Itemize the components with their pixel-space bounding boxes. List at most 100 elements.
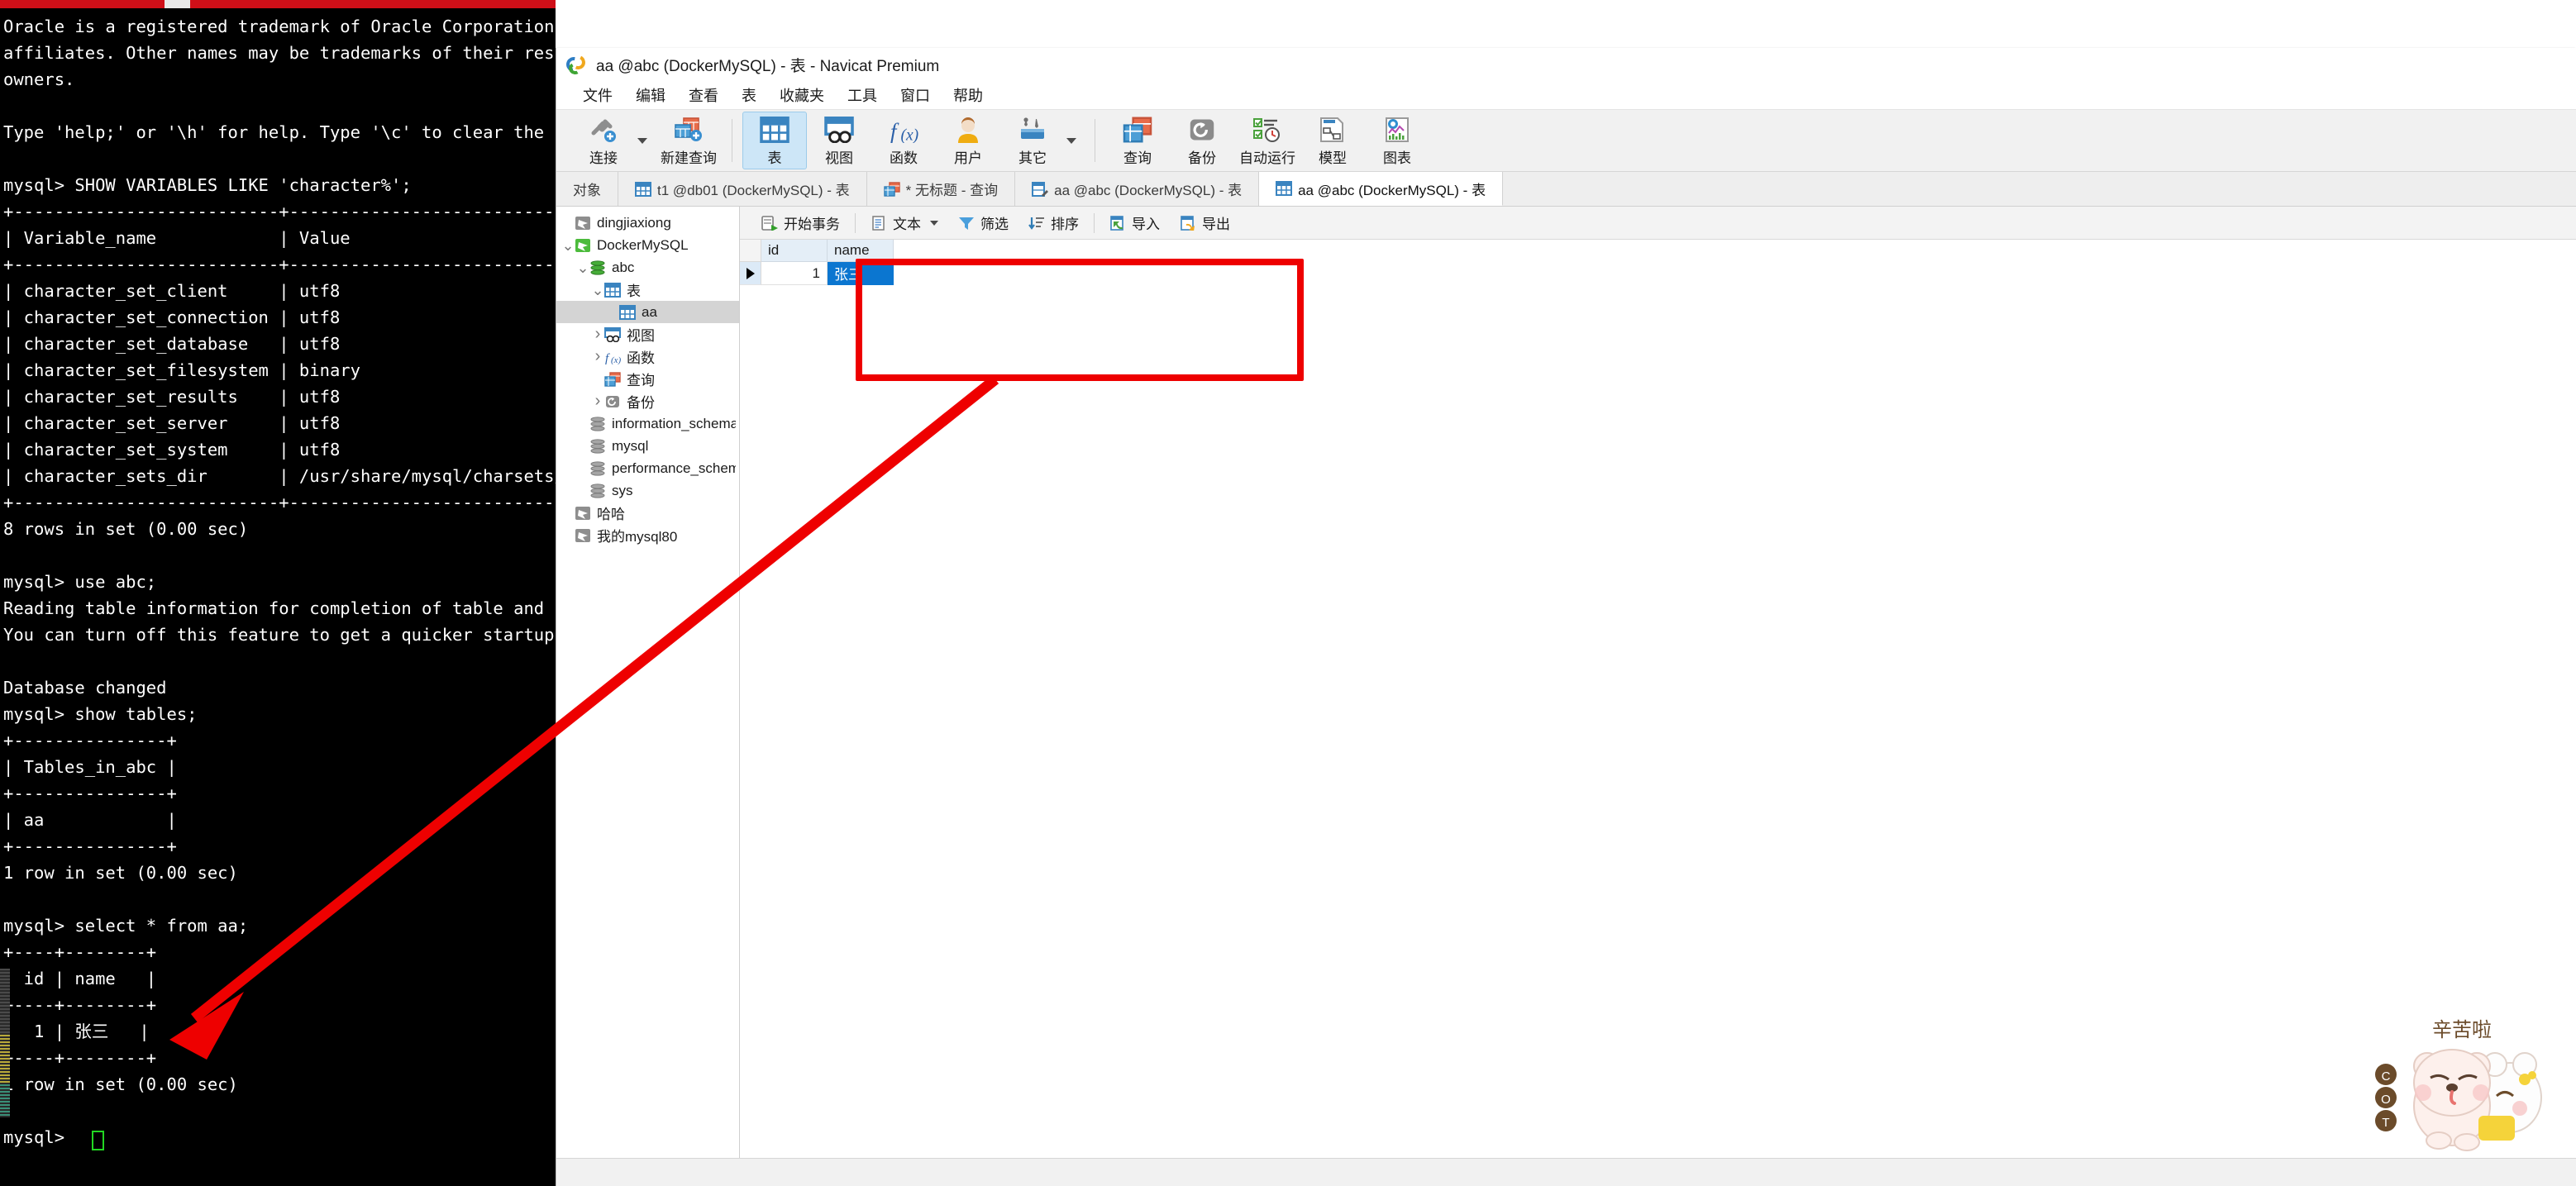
toolbar-button-label: 模型 <box>1319 150 1347 166</box>
toolbar-button-其它[interactable]: 其它 <box>1000 112 1065 169</box>
tree-item-mysql[interactable]: mysql <box>556 435 739 457</box>
grid-toolbar-文本[interactable]: 文本 <box>861 211 948 236</box>
menu-edit[interactable]: 编辑 <box>624 82 677 108</box>
tab-aa-abc-data[interactable]: aa @abc (DockerMySQL) - 表 <box>1259 172 1504 206</box>
menu-favorites[interactable]: 收藏夹 <box>768 82 836 108</box>
tree-item-dingjiaxiong[interactable]: dingjiaxiong <box>556 212 739 234</box>
database-icon <box>589 483 606 498</box>
tree-item-查询[interactable]: 查询 <box>556 368 739 390</box>
navicat-premium-window[interactable]: aa @abc (DockerMySQL) - 表 - Navicat Prem… <box>556 48 2576 1186</box>
tab-untitled-query[interactable]: * 无标题 - 查询 <box>866 172 1016 206</box>
chevron-down-icon[interactable]: ⌄ <box>576 260 589 275</box>
terminal-output: Oracle is a registered trademark of Orac… <box>3 17 556 1147</box>
menu-window[interactable]: 窗口 <box>889 82 942 108</box>
grid-cell-id[interactable]: 1 <box>761 262 828 285</box>
chevron-down-icon[interactable] <box>1066 137 1076 144</box>
toolbar-button-用户[interactable]: 用户 <box>936 112 1000 169</box>
tree-item-performance_schema[interactable]: performance_schema <box>556 457 739 479</box>
svg-text:T: T <box>2382 1116 2389 1130</box>
toolbar-button-查询[interactable]: 查询 <box>1105 112 1170 169</box>
chevron-down-icon[interactable] <box>930 220 938 226</box>
grid-toolbar-导出[interactable]: 导出 <box>1170 211 1240 236</box>
terminal-scrollbar-segment <box>0 1035 10 1084</box>
database-icon <box>589 438 606 454</box>
tab-label: t1 @db01 (DockerMySQL) - 表 <box>657 183 850 198</box>
tree-item-aa[interactable]: aa <box>556 301 739 323</box>
import-icon <box>1109 215 1126 231</box>
mysql-terminal-window[interactable]: Oracle is a registered trademark of Orac… <box>0 0 556 1186</box>
grid-toolbar-导入[interactable]: 导入 <box>1100 211 1170 236</box>
tree-item-函数[interactable]: › f (x) 函数 <box>556 345 739 368</box>
user-icon <box>949 114 987 145</box>
grid-column-header-name[interactable]: name <box>828 240 894 262</box>
tree-item-视图[interactable]: › 视图 <box>556 323 739 345</box>
tab-label: aa @abc (DockerMySQL) - 表 <box>1298 182 1486 198</box>
tree-item-sys[interactable]: sys <box>556 479 739 502</box>
chevron-right-icon[interactable]: › <box>591 347 604 366</box>
query-icon <box>1119 114 1157 145</box>
tree-item-label: sys <box>612 482 633 498</box>
terminal-tab[interactable] <box>165 0 190 8</box>
navicat-logo-icon <box>563 53 588 76</box>
tree-item-表[interactable]: ⌄ 表 <box>556 279 739 301</box>
tree-item-备份[interactable]: › 备份 <box>556 390 739 412</box>
toolbar-button-label: 表 <box>767 150 782 166</box>
tree-item-label: 哈哈 <box>597 507 625 522</box>
tree-item-DockerMySQL[interactable]: ⌄ DockerMySQL <box>556 234 739 256</box>
tree-item-我的mysql80[interactable]: 我的mysql80 <box>556 524 739 546</box>
menu-view[interactable]: 查看 <box>677 82 730 108</box>
connection-icon <box>575 216 591 231</box>
grid-toolbar-筛选[interactable]: 筛选 <box>948 211 1018 236</box>
toolbar-button-表[interactable]: 表 <box>742 112 807 169</box>
tree-item-abc[interactable]: ⌄ abc <box>556 256 739 279</box>
tab-objects[interactable]: 对象 <box>556 172 618 206</box>
menu-file[interactable]: 文件 <box>571 82 624 108</box>
toolbar-button-图表[interactable]: 图表 <box>1365 112 1429 169</box>
backup-icon <box>604 394 621 409</box>
menu-help[interactable]: 帮助 <box>942 82 995 108</box>
filter-icon <box>958 216 975 231</box>
toolbar-button-label: 函数 <box>890 150 918 166</box>
menu-table[interactable]: 表 <box>730 82 768 108</box>
toolbar-button-label: 查询 <box>1123 150 1152 166</box>
chevron-right-icon[interactable]: › <box>591 325 604 344</box>
connection-icon <box>575 528 591 543</box>
grid-toolbar-label: 排序 <box>1051 217 1079 232</box>
grid-toolbar-排序[interactable]: 排序 <box>1018 211 1089 236</box>
grid-column-header-id[interactable]: id <box>761 240 828 262</box>
toolbar-button-函数[interactable]: f (x) 函数 <box>871 112 936 169</box>
table-design-icon <box>1032 181 1049 197</box>
tree-item-label: aa <box>642 303 657 320</box>
navigation-tree[interactable]: dingjiaxiong ⌄ DockerMySQL ⌄ abc ⌄ 表 aa › 视图 › f (x)… <box>556 207 740 1186</box>
grid-toolbar-label: 导入 <box>1132 217 1160 232</box>
toolbar-button-备份[interactable]: 备份 <box>1170 112 1234 169</box>
terminal-cursor <box>92 1131 104 1150</box>
window-titlebar: aa @abc (DockerMySQL) - 表 - Navicat Prem… <box>556 48 2576 81</box>
tab-t1-db01[interactable]: t1 @db01 (DockerMySQL) - 表 <box>618 172 867 206</box>
chevron-down-icon[interactable] <box>637 137 647 144</box>
sort-icon <box>1028 216 1045 231</box>
chevron-down-icon[interactable]: ⌄ <box>591 283 604 298</box>
backup-icon <box>1183 114 1221 145</box>
chevron-right-icon[interactable]: › <box>591 392 604 411</box>
toolbar-button-连接[interactable]: 连接 <box>571 112 636 169</box>
toolbar-button-新建查询[interactable]: 新建查询 <box>656 112 722 169</box>
grid-toolbar-开始事务[interactable]: 开始事务 <box>751 211 850 236</box>
toolbar-button-模型[interactable]: 模型 <box>1300 112 1365 169</box>
menu-tools[interactable]: 工具 <box>836 82 889 108</box>
toolbar-button-视图[interactable]: 视图 <box>807 112 871 169</box>
chevron-down-icon[interactable]: ⌄ <box>561 238 575 253</box>
tree-item-information_schema[interactable]: information_schema <box>556 412 739 435</box>
tree-item-哈哈[interactable]: 哈哈 <box>556 502 739 524</box>
table-row[interactable]: 1 张三 <box>740 262 2576 285</box>
terminal-scrollbar[interactable] <box>0 969 10 1117</box>
grid-corner-cell[interactable] <box>740 240 761 262</box>
toolbar-button-label: 视图 <box>825 150 853 166</box>
grid-cell-name[interactable]: 张三 <box>828 262 894 285</box>
tabbar-empty-area <box>1503 172 2576 206</box>
tab-aa-abc-design[interactable]: aa @abc (DockerMySQL) - 表 <box>1015 172 1260 206</box>
data-grid[interactable]: id name 1 张三 <box>740 240 2576 1186</box>
toolbar-button-自动运行[interactable]: 自动运行 <box>1234 112 1300 169</box>
toolbar-button-label: 自动运行 <box>1239 150 1295 166</box>
table-data-pane: 开始事务 文本 筛选 排序 导入 导出 id name 1 张三 <box>740 207 2576 1186</box>
